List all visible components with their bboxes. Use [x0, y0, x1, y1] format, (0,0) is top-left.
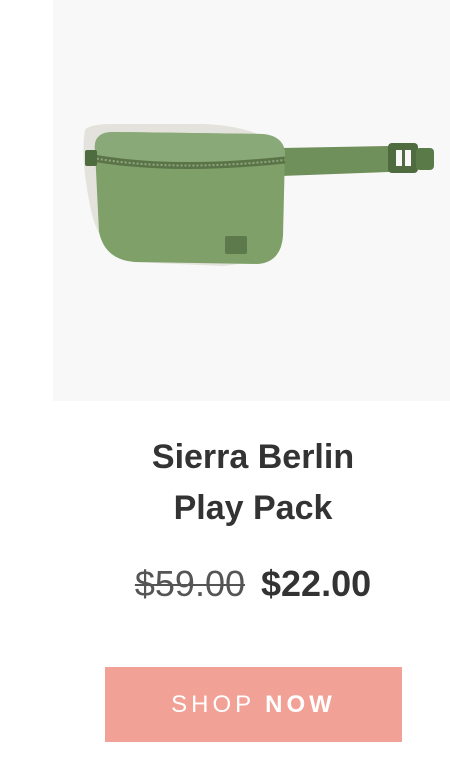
product-title-line1: Sierra Berlin — [151, 438, 355, 476]
product-title[interactable]: Sierra Berlin Play Pack — [0, 432, 450, 534]
shop-now-button[interactable]: SHOP NOW — [105, 667, 402, 742]
sale-price: $22.00 — [261, 563, 372, 604]
product-title-line2: Play Pack — [173, 489, 333, 527]
price-row: $59.00 $22.00 — [0, 556, 450, 612]
shop-now-label-light: SHOP — [171, 690, 256, 718]
shop-now-label-bold: NOW — [265, 690, 336, 718]
product-image[interactable] — [53, 0, 450, 401]
original-price: $59.00 — [134, 563, 245, 604]
belt-bag-illustration — [83, 124, 434, 266]
